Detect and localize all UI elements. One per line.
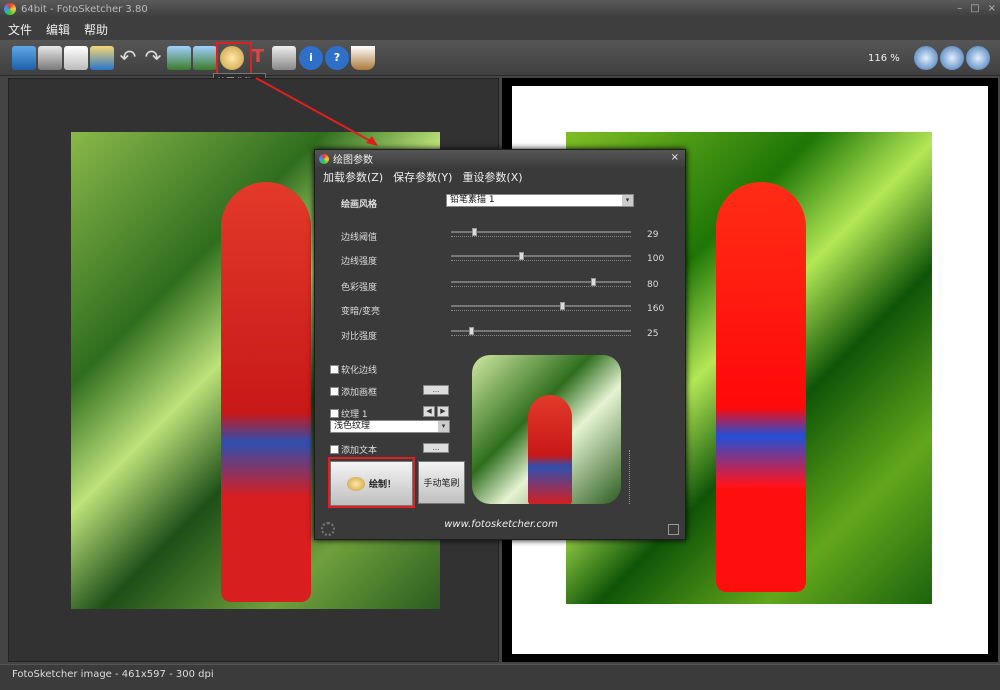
soften-edges-checkbox[interactable]: 软化边线	[330, 363, 377, 376]
manual-brush-button[interactable]: 手动笔刷	[418, 461, 465, 504]
load-params-menu[interactable]: 加载参数(Z)	[323, 169, 383, 185]
highlight-paint-button	[328, 457, 415, 508]
slider-label-brightness: 变暗/变亮	[341, 307, 381, 317]
frame-options-button[interactable]: ...	[423, 385, 449, 395]
resize-grip-icon[interactable]	[668, 524, 679, 535]
preview-zoom-slider[interactable]	[629, 450, 639, 504]
reset-params-menu[interactable]: 重设参数(X)	[462, 169, 522, 185]
text-options-button[interactable]: ...	[423, 443, 449, 453]
slider-label-contrast: 对比强度	[341, 332, 378, 342]
texture-checkbox[interactable]: 纹理 1	[330, 407, 368, 420]
dialog-close-button[interactable]: ×	[671, 152, 679, 163]
slider-contrast[interactable]	[451, 327, 631, 336]
slider-value-edge-strength: 100	[647, 254, 665, 264]
paint-params-dialog: 绘图参数 × 加载参数(Z) 保存参数(Y) 重设参数(X) 绘画风格 铅笔素描…	[314, 149, 686, 540]
slider-thumb[interactable]	[468, 327, 474, 335]
style-label: 绘画风格	[341, 200, 378, 210]
slider-edge-strength[interactable]	[451, 252, 631, 261]
save-params-menu[interactable]: 保存参数(Y)	[393, 169, 452, 185]
app-window: 64bit - FotoSketcher 3.80 – □ × 文件 编辑 帮助…	[0, 0, 1000, 690]
slider-thumb[interactable]	[519, 252, 525, 260]
texture-next-button[interactable]: ▶	[437, 406, 449, 417]
slider-value-brightness: 160	[647, 304, 665, 314]
style-select[interactable]: 铅笔素描 1 ▾	[446, 194, 634, 207]
chevron-down-icon: ▾	[438, 421, 449, 432]
preview-thumbnail	[472, 355, 621, 504]
slider-edge-threshold[interactable]	[451, 228, 631, 237]
status-bar: FotoSketcher image - 461x597 - 300 dpi	[0, 664, 1000, 690]
add-frame-checkbox[interactable]: 添加画框	[330, 385, 377, 398]
dialog-logo-icon	[319, 153, 329, 164]
slider-label-color-strength: 色彩强度	[341, 283, 378, 293]
chevron-down-icon: ▾	[622, 195, 633, 206]
slider-thumb[interactable]	[559, 302, 565, 310]
dialog-menu: 加载参数(Z) 保存参数(Y) 重设参数(X)	[323, 169, 523, 185]
slider-value-color-strength: 80	[647, 280, 659, 290]
add-text-checkbox[interactable]: 添加文本	[330, 443, 377, 456]
slider-thumb[interactable]	[472, 228, 477, 236]
slider-thumb[interactable]	[591, 278, 596, 286]
slider-value-edge-threshold: 29	[647, 230, 659, 240]
texture-prev-button[interactable]: ◀	[423, 406, 435, 417]
dialog-title-bar: 绘图参数 ×	[315, 150, 685, 167]
style-value: 铅笔素描 1	[450, 195, 495, 205]
gear-icon	[321, 522, 335, 536]
texture-type-select[interactable]: 浅色纹理 ▾	[330, 420, 450, 433]
slider-value-contrast: 25	[647, 329, 659, 339]
slider-brightness[interactable]	[451, 302, 631, 311]
slider-label-edge-threshold: 边线阈值	[341, 233, 378, 243]
dialog-title: 绘图参数	[333, 155, 373, 166]
website-link[interactable]: www.fotosketcher.com	[315, 519, 687, 530]
slider-color-strength[interactable]	[451, 278, 631, 287]
slider-label-edge-strength: 边线强度	[341, 257, 378, 267]
preview-parrot-shape	[528, 395, 572, 504]
